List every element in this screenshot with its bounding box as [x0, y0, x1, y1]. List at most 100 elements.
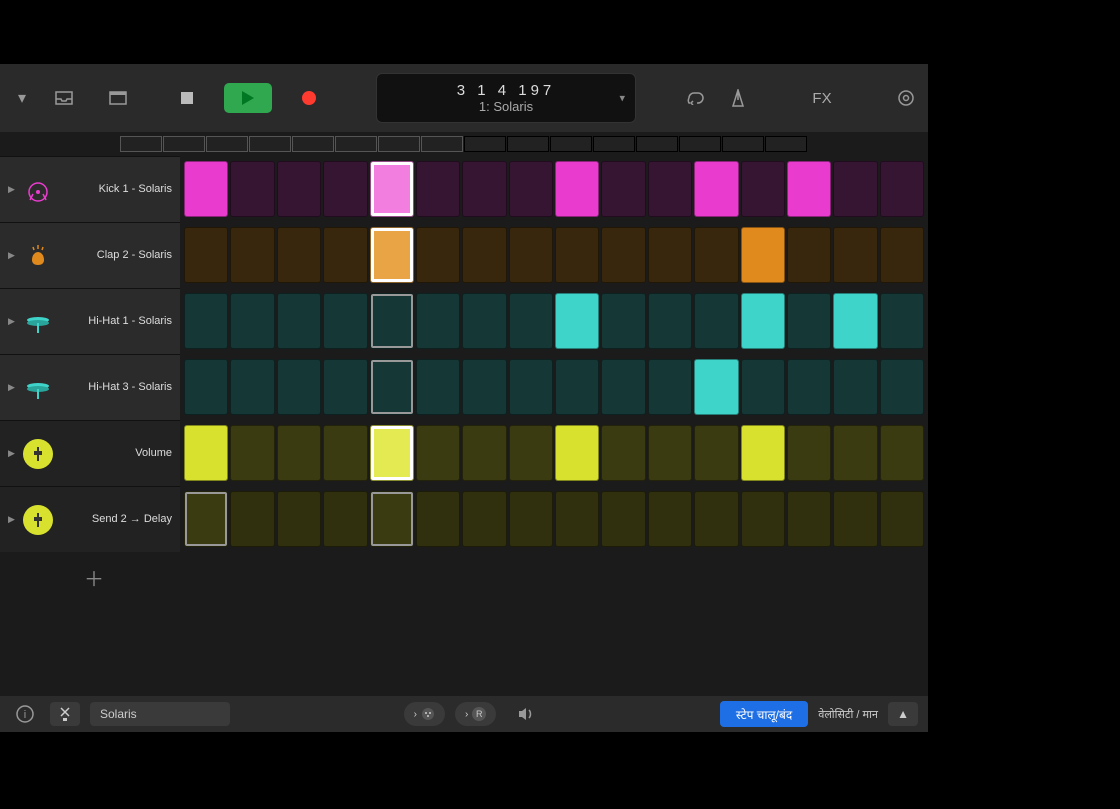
record-button[interactable]	[290, 84, 328, 112]
step-cell[interactable]	[509, 161, 553, 217]
step-cell[interactable]	[694, 293, 738, 349]
step-cell[interactable]	[230, 227, 274, 283]
step-cell[interactable]	[648, 425, 692, 481]
step-cell[interactable]	[184, 293, 228, 349]
velocity-value-label[interactable]: वेलोसिटी / मान	[818, 707, 878, 722]
step-cell[interactable]	[323, 161, 367, 217]
step-cell[interactable]	[741, 293, 785, 349]
step-cell[interactable]	[787, 491, 831, 547]
step-cell[interactable]	[601, 491, 645, 547]
row-header[interactable]: ▶ Clap 2 - Solaris	[0, 222, 180, 288]
inbox-icon[interactable]	[52, 86, 76, 110]
step-cell[interactable]	[648, 293, 692, 349]
step-cell[interactable]	[555, 227, 599, 283]
step-cell[interactable]	[509, 293, 553, 349]
step-cell[interactable]	[509, 425, 553, 481]
row-header[interactable]: ▶ Send 2 → Delay	[0, 486, 180, 552]
step-cell[interactable]	[601, 293, 645, 349]
step-cell[interactable]	[833, 227, 877, 283]
step-cell[interactable]	[184, 227, 228, 283]
step-cell[interactable]	[184, 425, 228, 481]
step-cell[interactable]	[741, 359, 785, 415]
step-cell[interactable]	[555, 491, 599, 547]
step-cell[interactable]	[833, 293, 877, 349]
step-cell[interactable]	[462, 161, 506, 217]
step-cell[interactable]	[416, 491, 460, 547]
step-cell[interactable]	[648, 359, 692, 415]
step-cell[interactable]	[370, 293, 414, 349]
step-cell[interactable]	[277, 161, 321, 217]
metronome-icon[interactable]	[726, 86, 750, 110]
row-header[interactable]: ▶ Hi-Hat 3 - Solaris	[0, 354, 180, 420]
step-cell[interactable]	[601, 161, 645, 217]
disclosure-icon[interactable]: ▶	[8, 316, 15, 327]
region-picker-button[interactable]: › R	[455, 702, 496, 726]
gear-icon[interactable]	[894, 86, 918, 110]
step-cell[interactable]	[694, 227, 738, 283]
stop-button[interactable]	[168, 84, 206, 112]
mini-timeline[interactable]	[0, 132, 928, 156]
step-cell[interactable]	[230, 425, 274, 481]
disclosure-icon[interactable]: ▶	[8, 448, 15, 459]
step-cell[interactable]	[184, 161, 228, 217]
step-cell[interactable]	[370, 425, 414, 481]
step-cell[interactable]	[323, 227, 367, 283]
step-cell[interactable]	[694, 425, 738, 481]
step-cell[interactable]	[277, 491, 321, 547]
step-cell[interactable]	[787, 227, 831, 283]
step-cell[interactable]	[833, 161, 877, 217]
step-toggle-button[interactable]: स्टेप चालू/बंद	[720, 701, 808, 727]
step-cell[interactable]	[323, 425, 367, 481]
step-cell[interactable]	[787, 359, 831, 415]
cycle-icon[interactable]	[684, 86, 708, 110]
step-cell[interactable]	[230, 359, 274, 415]
step-cell[interactable]	[462, 359, 506, 415]
step-cell[interactable]	[230, 293, 274, 349]
step-cell[interactable]	[509, 227, 553, 283]
step-cell[interactable]	[833, 359, 877, 415]
step-cell[interactable]	[880, 425, 924, 481]
pattern-search-field[interactable]: Solaris	[90, 702, 230, 726]
add-row-button[interactable]: ＋	[0, 552, 928, 602]
lcd-display[interactable]: 3 1 4 197 1: Solaris ▾	[376, 73, 636, 123]
step-cell[interactable]	[509, 491, 553, 547]
step-cell[interactable]	[880, 491, 924, 547]
step-cell[interactable]	[694, 161, 738, 217]
step-cell[interactable]	[277, 293, 321, 349]
step-cell[interactable]	[184, 491, 228, 547]
step-cell[interactable]	[880, 359, 924, 415]
step-cell[interactable]	[601, 359, 645, 415]
step-cell[interactable]	[230, 161, 274, 217]
step-cell[interactable]	[462, 491, 506, 547]
step-cell[interactable]	[323, 491, 367, 547]
step-cell[interactable]	[648, 227, 692, 283]
info-button[interactable]: i	[10, 702, 40, 726]
step-cell[interactable]	[741, 227, 785, 283]
step-cell[interactable]	[787, 161, 831, 217]
step-cell[interactable]	[416, 425, 460, 481]
disclosure-icon[interactable]: ▶	[8, 382, 15, 393]
step-cell[interactable]	[416, 359, 460, 415]
step-cell[interactable]	[741, 425, 785, 481]
view-window-icon[interactable]	[106, 86, 130, 110]
step-cell[interactable]	[416, 293, 460, 349]
step-cell[interactable]	[370, 359, 414, 415]
step-cell[interactable]	[833, 425, 877, 481]
step-cell[interactable]	[555, 161, 599, 217]
speaker-icon[interactable]	[514, 702, 538, 726]
step-cell[interactable]	[880, 161, 924, 217]
library-dropdown-icon[interactable]: ▾	[10, 86, 34, 110]
play-button[interactable]	[224, 83, 272, 113]
fx-button[interactable]: FX	[802, 90, 842, 107]
step-cell[interactable]	[509, 359, 553, 415]
step-cell[interactable]	[555, 293, 599, 349]
disclosure-icon[interactable]: ▶	[8, 184, 15, 195]
step-cell[interactable]	[370, 161, 414, 217]
step-cell[interactable]	[787, 425, 831, 481]
step-cell[interactable]	[462, 227, 506, 283]
step-cell[interactable]	[694, 491, 738, 547]
step-cell[interactable]	[184, 359, 228, 415]
step-cell[interactable]	[833, 491, 877, 547]
step-cell[interactable]	[277, 359, 321, 415]
step-cell[interactable]	[416, 161, 460, 217]
